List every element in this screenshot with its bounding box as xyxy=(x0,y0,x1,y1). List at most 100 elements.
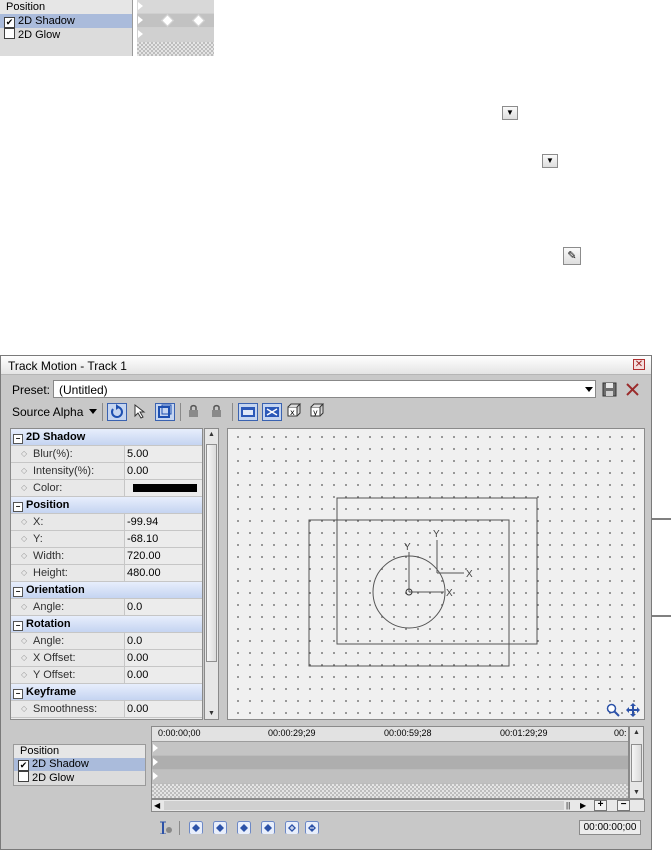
keyframe-timeline[interactable]: 0:00:00;00 00:00:29;29 00:00:59;28 00:01… xyxy=(151,726,629,799)
dropdown-button[interactable]: ▼ xyxy=(502,106,518,120)
property-row-intensity[interactable]: Intensity(%):0.00 xyxy=(11,463,202,480)
category-label: Keyframe xyxy=(26,686,77,698)
close-icon[interactable]: ✕ xyxy=(633,359,645,370)
lock-y-button[interactable] xyxy=(208,403,228,421)
move-freely-button[interactable] xyxy=(262,403,282,421)
color-swatch[interactable] xyxy=(133,484,197,492)
snippet-2d-shadow-checkbox[interactable]: ✔ xyxy=(4,17,15,28)
add-keyframe-icon[interactable] xyxy=(285,821,299,834)
lane-2d-shadow xyxy=(152,756,628,769)
property-value[interactable]: 0.0 xyxy=(127,633,142,649)
last-keyframe-icon[interactable] xyxy=(261,821,275,834)
property-value[interactable]: 720.00 xyxy=(127,548,161,564)
keyframe-diamond-icon[interactable] xyxy=(192,14,205,27)
scroll-right-icon[interactable]: ▶ xyxy=(580,801,586,810)
category-keyframe[interactable]: − Keyframe xyxy=(11,684,202,701)
snippet-2d-glow-checkbox[interactable] xyxy=(4,28,15,39)
zoom-out-button[interactable]: − xyxy=(617,800,630,811)
eyedropper-button[interactable]: ✎ xyxy=(563,247,581,265)
timeline-ruler[interactable]: 0:00:00;00 00:00:29;29 00:00:59;28 00:01… xyxy=(152,727,628,742)
timecode-display[interactable]: 00:00:00;00 xyxy=(579,820,641,835)
property-value[interactable]: 0.00 xyxy=(127,650,148,666)
edit-mode-button[interactable] xyxy=(107,403,127,421)
property-row-rotation-angle[interactable]: Angle:0.0 xyxy=(11,633,202,650)
object-mode-button[interactable] xyxy=(131,403,151,421)
preset-dropdown[interactable]: (Untitled) xyxy=(53,380,596,398)
property-row-smoothness[interactable]: Smoothness:0.00 xyxy=(11,701,202,718)
property-row-y-offset[interactable]: Y Offset:0.00 xyxy=(11,667,202,684)
property-value[interactable]: -99.94 xyxy=(127,514,158,530)
enable-snapping-button[interactable] xyxy=(238,403,258,421)
property-row-x-offset[interactable]: X Offset:0.00 xyxy=(11,650,202,667)
delete-preset-icon[interactable] xyxy=(626,383,639,396)
collapse-icon[interactable]: − xyxy=(13,502,23,512)
property-value[interactable]: 480.00 xyxy=(127,565,161,581)
save-preset-icon[interactable] xyxy=(602,382,617,397)
timeline-vertical-scrollbar[interactable]: ▲ ▼ xyxy=(629,726,644,799)
category-orientation[interactable]: − Orientation xyxy=(11,582,202,599)
dropdown-button[interactable]: ▼ xyxy=(542,154,558,168)
snippet-keyframe-timeline[interactable] xyxy=(137,0,214,56)
collapse-icon[interactable]: − xyxy=(13,689,23,699)
pointer-icon xyxy=(134,403,146,419)
property-value[interactable]: 5.00 xyxy=(127,446,148,462)
property-row-blur[interactable]: Blur(%):5.00 xyxy=(11,446,202,463)
2d-glow-checkbox[interactable] xyxy=(18,771,29,782)
property-row-width[interactable]: Width:720.00 xyxy=(11,548,202,565)
scroll-thumb[interactable] xyxy=(206,444,217,662)
track-header-position: Position xyxy=(14,745,145,758)
sync-cursor-icon[interactable] xyxy=(159,821,173,834)
property-value[interactable]: 0.00 xyxy=(127,463,148,479)
lock-x-button[interactable] xyxy=(185,403,205,421)
property-value[interactable]: -68.10 xyxy=(127,531,158,547)
svg-text:x: x xyxy=(290,408,295,417)
category-rotation[interactable]: − Rotation xyxy=(11,616,202,633)
scroll-left-icon[interactable]: ◀ xyxy=(154,801,160,810)
track-2d-shadow[interactable]: ✔ 2D Shadow xyxy=(14,758,145,771)
scroll-down-icon[interactable]: ▼ xyxy=(630,789,643,796)
pan-move-icon[interactable] xyxy=(626,703,640,717)
snippet-track-2d-glow[interactable]: 2D Glow xyxy=(0,28,132,42)
property-row-orientation-angle[interactable]: Angle:0.0 xyxy=(11,599,202,616)
2d-shadow-checkbox[interactable]: ✔ xyxy=(18,760,29,771)
zoom-in-button[interactable]: + xyxy=(594,800,607,811)
property-row-height[interactable]: Height:480.00 xyxy=(11,565,202,582)
next-keyframe-icon[interactable] xyxy=(237,821,251,834)
property-value[interactable]: 0.00 xyxy=(127,701,148,717)
move-x-only-button[interactable]: x xyxy=(285,403,305,421)
scroll-track[interactable] xyxy=(164,801,564,810)
scroll-thumb[interactable] xyxy=(631,744,642,782)
title-bar[interactable]: Track Motion - Track 1 ✕ xyxy=(1,356,651,375)
timeline-horizontal-scrollbar[interactable]: ◀ || ▶ + − xyxy=(151,799,645,812)
lock-icon xyxy=(212,404,221,417)
category-label: Orientation xyxy=(26,584,85,596)
scroll-up-icon[interactable]: ▲ xyxy=(205,431,218,438)
prev-keyframe-icon[interactable] xyxy=(213,821,227,834)
property-value[interactable]: 0.00 xyxy=(127,667,148,683)
property-row-y[interactable]: Y:-68.10 xyxy=(11,531,202,548)
collapse-icon[interactable]: − xyxy=(13,434,23,444)
motion-workspace[interactable]: Y X Y X xyxy=(227,428,645,720)
category-position[interactable]: − Position xyxy=(11,497,202,514)
collapse-icon[interactable]: − xyxy=(13,621,23,631)
property-row-color[interactable]: Color: xyxy=(11,480,202,497)
zoom-magnifier-icon[interactable] xyxy=(606,703,620,717)
category-2d-shadow[interactable]: −2D Shadow xyxy=(11,429,202,446)
scroll-grip-icon[interactable]: || xyxy=(566,801,570,810)
prevent-size-button[interactable] xyxy=(155,403,175,421)
property-row-x[interactable]: X:-99.94 xyxy=(11,514,202,531)
scroll-down-icon[interactable]: ▼ xyxy=(205,710,218,717)
snippet-2d-glow-label: 2D Glow xyxy=(18,29,61,41)
track-2d-glow[interactable]: 2D Glow xyxy=(14,771,145,784)
move-y-only-button[interactable]: y xyxy=(308,403,328,421)
lane-position xyxy=(152,742,628,755)
first-keyframe-icon[interactable] xyxy=(189,821,203,834)
scroll-up-icon[interactable]: ▲ xyxy=(630,729,643,736)
property-value[interactable]: 0.0 xyxy=(127,599,142,615)
collapse-icon[interactable]: − xyxy=(13,587,23,597)
delete-keyframe-icon[interactable] xyxy=(305,821,319,834)
snippet-track-2d-shadow[interactable]: ✔ 2D Shadow xyxy=(0,14,132,28)
source-alpha-dropdown-icon[interactable] xyxy=(89,409,97,414)
keyframe-diamond-icon[interactable] xyxy=(161,14,174,27)
property-scrollbar[interactable]: ▲ ▼ xyxy=(204,428,219,720)
